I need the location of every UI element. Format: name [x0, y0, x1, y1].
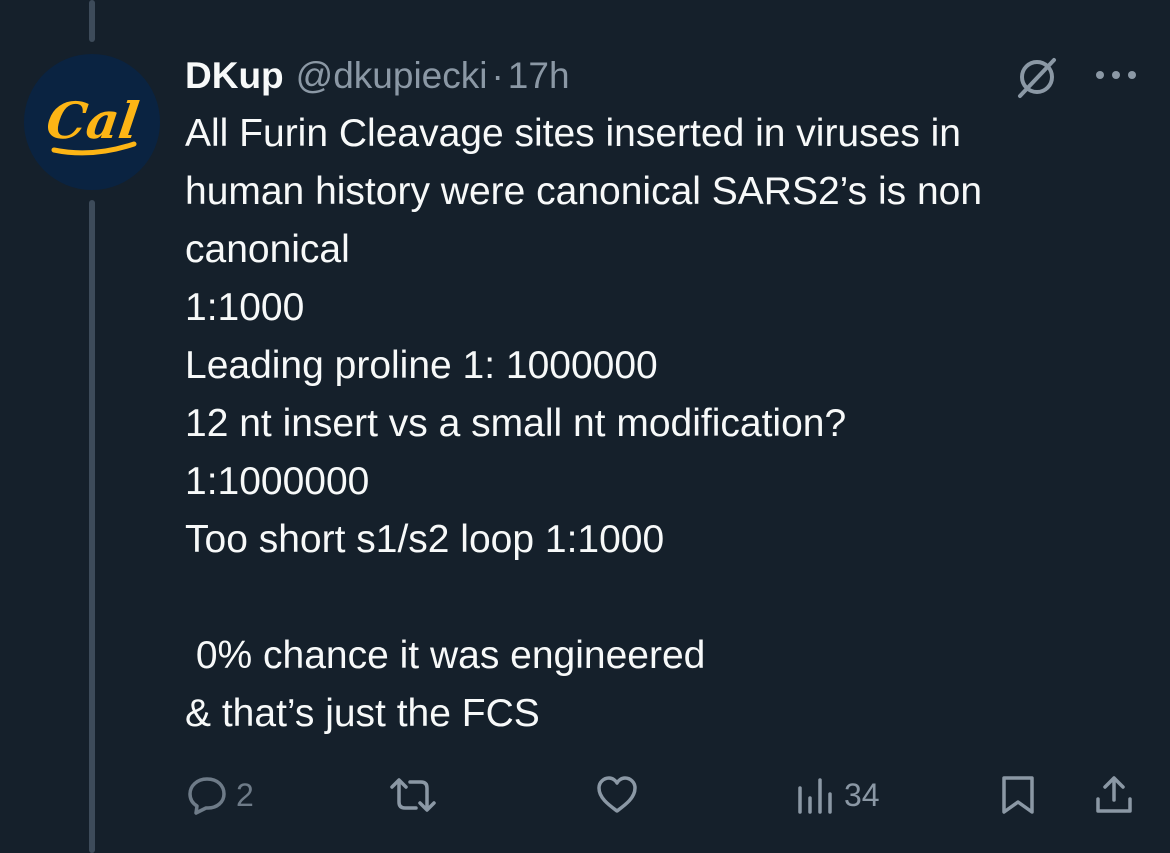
share-icon [1093, 774, 1135, 816]
cal-logo: Cal [43, 91, 142, 156]
views-icon [796, 776, 836, 814]
heart-icon [595, 775, 639, 815]
views-count: 34 [844, 776, 880, 813]
reply-count: 2 [236, 776, 254, 813]
bookmark-icon [1000, 774, 1036, 816]
tweet-header: DKup @dkupiecki · 17h [185, 52, 570, 100]
timestamp[interactable]: 17h [508, 55, 570, 97]
tweet-text: All Furin Cleavage sites inserted in vir… [185, 112, 983, 735]
reply-icon [186, 775, 228, 815]
display-name[interactable]: DKup [185, 55, 284, 97]
user-handle[interactable]: @dkupiecki [296, 55, 488, 97]
bookmark-button[interactable] [1000, 774, 1036, 816]
thread-line-top [89, 0, 95, 42]
like-button[interactable] [595, 775, 639, 815]
retweet-icon [388, 776, 438, 814]
avatar-logo-text: Cal [43, 91, 142, 150]
reply-button[interactable]: 2 [186, 775, 254, 815]
grok-icon[interactable] [1014, 54, 1060, 100]
separator-dot: · [491, 55, 504, 96]
retweet-button[interactable] [388, 776, 438, 814]
more-icon[interactable] [1094, 60, 1138, 90]
views-button[interactable]: 34 [796, 776, 880, 814]
thread-line-bottom [89, 200, 95, 853]
share-button[interactable] [1093, 774, 1135, 816]
avatar[interactable]: Cal [24, 54, 160, 190]
